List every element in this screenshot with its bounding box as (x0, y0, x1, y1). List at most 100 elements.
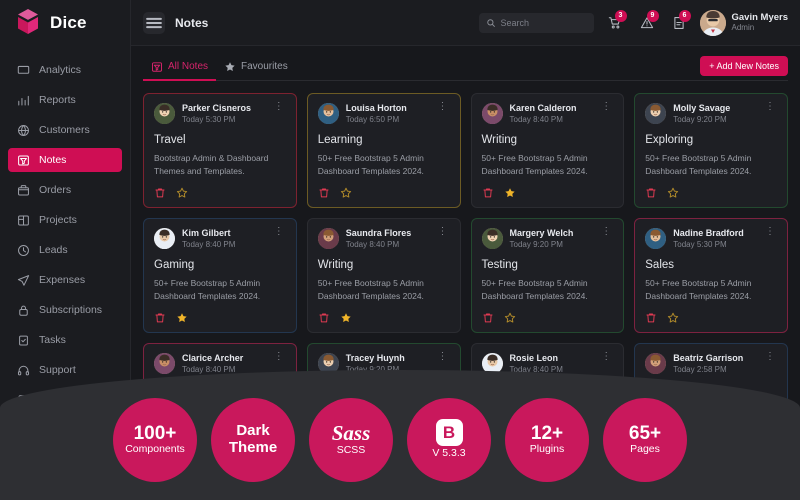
note-time: Today 9:20 PM (510, 239, 574, 250)
note-menu-icon[interactable]: ⋮ (272, 228, 286, 236)
note-time: Today 8:40 PM (510, 114, 577, 125)
notes-icon (17, 154, 30, 167)
note-menu-icon[interactable]: ⋮ (599, 103, 613, 111)
sidebar-item-reports[interactable]: Reports (8, 88, 122, 112)
add-new-notes-button[interactable]: + Add New Notes (700, 56, 788, 76)
star-icon[interactable] (176, 312, 188, 324)
trash-icon[interactable] (645, 312, 657, 324)
sidebar-item-notes[interactable]: Notes (8, 148, 122, 172)
basket-icon (17, 184, 30, 197)
note-header: Karen CalderonToday 8:40 PM ⋮ (482, 103, 614, 125)
avatar (154, 228, 175, 249)
alert-triangle-icon[interactable]: 9 (636, 12, 658, 34)
note-author: Saundra Flores (346, 228, 412, 239)
trash-icon[interactable] (482, 312, 494, 324)
trash-icon[interactable] (318, 312, 330, 324)
sidebar-item-label: Analytics (39, 64, 81, 76)
note-menu-icon[interactable]: ⋮ (272, 353, 286, 361)
sidebar-item-tasks[interactable]: Tasks (8, 328, 122, 352)
note-actions (318, 312, 450, 324)
cube-icon (14, 9, 42, 37)
note-menu-icon[interactable]: ⋮ (763, 353, 777, 361)
note-menu-icon[interactable]: ⋮ (763, 103, 777, 111)
sidebar-item-label: Support (39, 364, 76, 376)
note-author: Margery Welch (510, 228, 574, 239)
star-icon[interactable] (340, 187, 352, 199)
note-actions (318, 187, 450, 199)
note-menu-icon[interactable]: ⋮ (599, 353, 613, 361)
note-title: Writing (318, 259, 450, 271)
trash-icon[interactable] (645, 187, 657, 199)
note-card[interactable]: Molly SavageToday 9:20 PM⋮Exploring50+ F… (634, 93, 788, 208)
note-actions (645, 312, 777, 324)
note-menu-icon[interactable]: ⋮ (763, 228, 777, 236)
search-box[interactable] (479, 13, 594, 33)
note-author: Karen Calderon (510, 103, 577, 114)
sidebar-item-label: Tasks (39, 334, 66, 346)
star-icon[interactable] (176, 187, 188, 199)
note-author: Kim Gilbert (182, 228, 235, 239)
promo-badge: SassSCSS (309, 398, 393, 482)
tab-all-notes[interactable]: All Notes (143, 57, 216, 81)
star-icon[interactable] (667, 187, 679, 199)
note-card[interactable]: Kim GilbertToday 8:40 PM⋮Gaming50+ Free … (143, 218, 297, 333)
note-menu-icon[interactable]: ⋮ (436, 353, 450, 361)
sidebar-item-subscriptions[interactable]: Subscriptions (8, 298, 122, 322)
star-icon[interactable] (340, 312, 352, 324)
trash-icon[interactable] (154, 312, 166, 324)
sidebar-item-analytics[interactable]: Analytics (8, 58, 122, 82)
user-profile[interactable]: Gavin Myers Admin (700, 10, 789, 36)
note-card[interactable]: Saundra FloresToday 8:40 PM⋮Writing50+ F… (307, 218, 461, 333)
note-card[interactable]: Parker CisnerosToday 5:30 PM⋮TravelBoots… (143, 93, 297, 208)
promo-label: Pages (630, 444, 660, 456)
avatar (645, 228, 666, 249)
note-actions (154, 187, 286, 199)
sidebar-item-label: Reports (39, 94, 76, 106)
note-actions (482, 312, 614, 324)
monitor-icon (17, 64, 30, 77)
note-card[interactable]: Karen CalderonToday 8:40 PM⋮Writing50+ F… (471, 93, 625, 208)
note-author: Tracey Huynh (346, 353, 405, 364)
note-menu-icon[interactable]: ⋮ (272, 103, 286, 111)
note-card[interactable]: Louisa HortonToday 6:50 PM⋮Learning50+ F… (307, 93, 461, 208)
tab-label: Favourites (241, 61, 288, 72)
sidebar-item-label: Notes (39, 154, 66, 166)
note-card[interactable]: Margery WelchToday 9:20 PM⋮Testing50+ Fr… (471, 218, 625, 333)
sidebar-item-leads[interactable]: Leads (8, 238, 122, 262)
sidebar-item-expenses[interactable]: Expenses (8, 268, 122, 292)
star-icon[interactable] (504, 312, 516, 324)
trash-icon[interactable] (154, 187, 166, 199)
hamburger-icon[interactable] (143, 12, 165, 34)
brand[interactable]: Dice (0, 0, 130, 46)
sidebar-item-support[interactable]: Support (8, 358, 122, 382)
trash-icon[interactable] (482, 187, 494, 199)
sidebar-item-orders[interactable]: Orders (8, 178, 122, 202)
cart-icon[interactable]: 3 (604, 12, 626, 34)
promo-label: Plugins (530, 444, 564, 456)
note-card[interactable]: Nadine BradfordToday 5:30 PM⋮Sales50+ Fr… (634, 218, 788, 333)
note-menu-icon[interactable]: ⋮ (599, 228, 613, 236)
sidebar-item-customers[interactable]: Customers (8, 118, 122, 142)
note-author: Louisa Horton (346, 103, 407, 114)
note-title: Sales (645, 259, 777, 271)
note-actions (482, 187, 614, 199)
trash-icon[interactable] (318, 187, 330, 199)
notes-icon (151, 61, 163, 73)
note-body: 50+ Free Bootstrap 5 Admin Dashboard Tem… (645, 277, 777, 303)
sidebar-item-label: Subscriptions (39, 304, 102, 316)
clipboard-icon (17, 334, 30, 347)
file-text-icon[interactable]: 6 (668, 12, 690, 34)
search-input[interactable] (501, 18, 587, 28)
tab-favourites[interactable]: Favourites (216, 57, 296, 81)
star-icon[interactable] (504, 187, 516, 199)
sidebar-item-projects[interactable]: Projects (8, 208, 122, 232)
note-menu-icon[interactable]: ⋮ (436, 228, 450, 236)
sidebar-item-label: Projects (39, 214, 77, 226)
star-icon[interactable] (667, 312, 679, 324)
avatar (482, 103, 503, 124)
send-icon (17, 274, 30, 287)
note-author: Parker Cisneros (182, 103, 251, 114)
note-title: Testing (482, 259, 614, 271)
promo-label: V 5.3.3 (432, 448, 465, 460)
note-menu-icon[interactable]: ⋮ (436, 103, 450, 111)
